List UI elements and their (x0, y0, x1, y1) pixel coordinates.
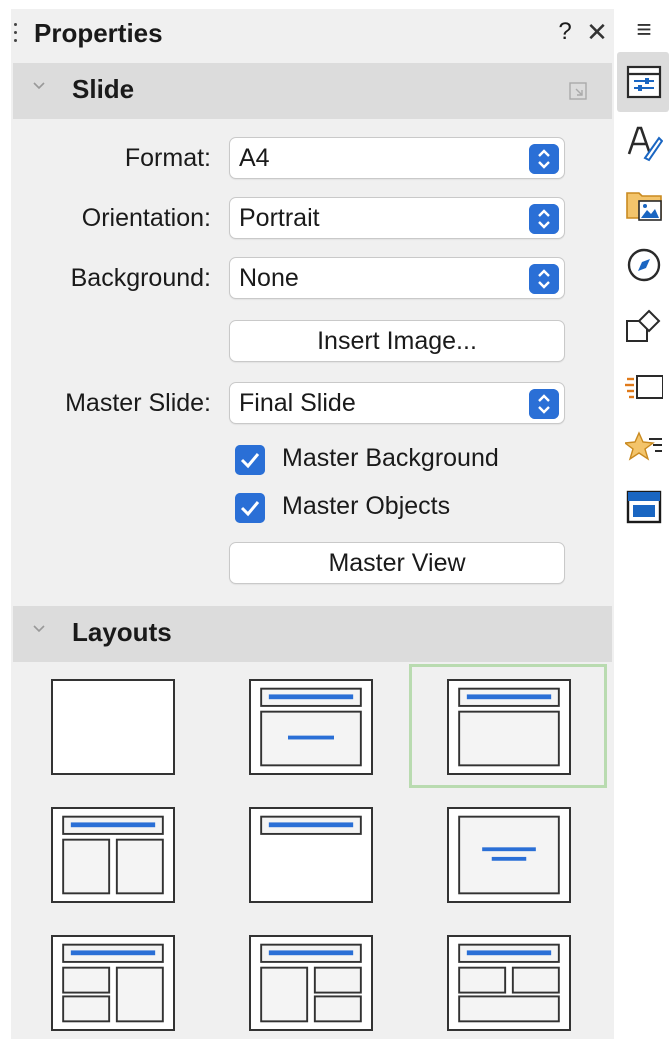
layout-title-two-content-over-content[interactable] (447, 935, 571, 1031)
help-button[interactable]: ? (554, 18, 576, 48)
master-slide-value: Final Slide (239, 389, 356, 417)
background-label: Background: (70, 264, 211, 292)
orientation-value: Portrait (239, 204, 320, 232)
format-label: Format: (124, 144, 211, 172)
master-background-label[interactable]: Master Background (282, 444, 499, 473)
background-value: None (239, 264, 299, 292)
slide-section-header[interactable]: Slide (13, 63, 612, 119)
layout-title-content[interactable] (249, 679, 373, 775)
orientation-select[interactable]: Portrait (229, 197, 565, 239)
master-slide-label: Master Slide: (65, 389, 211, 417)
background-select[interactable]: None (229, 257, 565, 299)
shapes-icon[interactable] (625, 307, 663, 345)
animation-icon[interactable] (625, 429, 663, 467)
spin-arrows-icon (529, 389, 559, 419)
master-background-checkbox[interactable] (235, 445, 265, 475)
layouts-section-title: Layouts (72, 617, 172, 647)
drag-grip-icon[interactable] (14, 23, 18, 47)
slide-transition-icon[interactable] (625, 368, 663, 406)
navigator-icon[interactable] (625, 246, 663, 284)
styles-icon[interactable] (625, 124, 663, 162)
layout-title-only[interactable] (249, 807, 373, 903)
master-slide-select[interactable]: Final Slide (229, 382, 565, 424)
layout-title-content-two-content[interactable] (51, 935, 175, 1031)
layout-blank-slide[interactable] (51, 679, 175, 775)
chevron-down-icon (33, 625, 45, 633)
layout-title-two-content-content[interactable] (249, 935, 373, 1031)
format-select[interactable]: A4 (229, 137, 565, 179)
spin-arrows-icon (529, 204, 559, 234)
layouts-section-header[interactable]: Layouts (13, 606, 612, 662)
master-view-button[interactable]: Master View (229, 542, 565, 584)
master-objects-checkbox[interactable] (235, 493, 265, 523)
sidebar-menu-button[interactable]: ≡ (625, 14, 663, 52)
more-options-icon[interactable] (568, 81, 588, 101)
properties-deck: Properties ? ✕ Slide Format: A4 Orientat… (11, 9, 614, 1039)
properties-icon[interactable] (625, 63, 663, 101)
orientation-label: Orientation: (81, 204, 211, 232)
spin-arrows-icon (529, 144, 559, 174)
layout-title-content-box[interactable] (447, 679, 571, 775)
spin-arrows-icon (529, 264, 559, 294)
master-slides-icon[interactable] (625, 488, 663, 526)
format-value: A4 (239, 144, 270, 172)
chevron-down-icon (33, 82, 45, 90)
panel-titlebar: Properties ? ✕ (11, 9, 614, 59)
layout-title-two-content[interactable] (51, 807, 175, 903)
gallery-icon[interactable] (625, 185, 663, 223)
slide-section-title: Slide (72, 74, 135, 104)
sidebar-tabbar: ≡ (614, 0, 671, 1039)
close-button[interactable]: ✕ (584, 17, 610, 47)
layout-centered-text[interactable] (447, 807, 571, 903)
insert-image-button[interactable]: Insert Image... (229, 320, 565, 362)
panel-title: Properties (34, 18, 163, 48)
master-objects-label[interactable]: Master Objects (282, 492, 450, 521)
